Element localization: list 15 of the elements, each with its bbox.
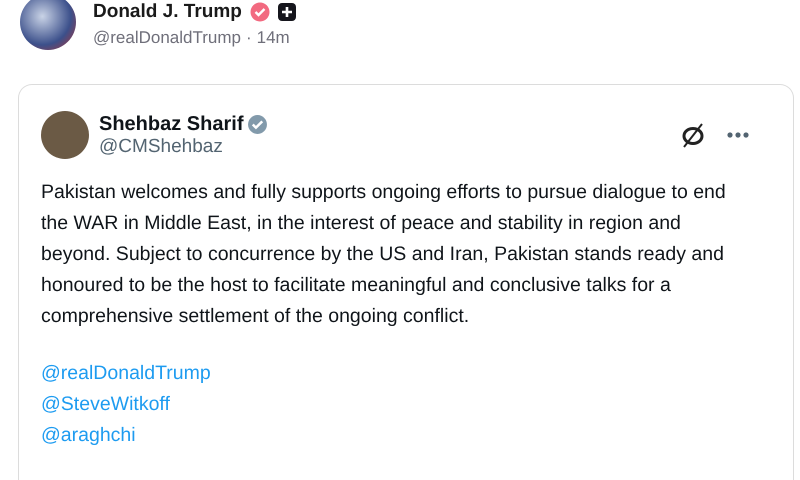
user-handle[interactable]: @CMShehbaz	[99, 136, 669, 158]
separator-dot: ·	[246, 28, 252, 48]
user-handle[interactable]: @realDonaldTrump	[93, 28, 241, 48]
mention-link[interactable]: @realDonaldTrump	[41, 358, 211, 389]
post-time: 14m	[256, 28, 290, 48]
author-name: Donald J. Trump	[93, 1, 242, 23]
plus-icon[interactable]	[278, 3, 296, 21]
mention-link[interactable]: @araghchi	[41, 420, 136, 451]
avatar-photo	[41, 111, 89, 159]
more-options-icon[interactable]	[727, 132, 749, 138]
author-name: Shehbaz Sharif	[99, 112, 244, 136]
quoted-post-card[interactable]	[18, 84, 794, 480]
post-text: Pakistan welcomes and fully supports ongoing efforts to pursue dialogue to end the WAR in Middle East, in the interest of peace and stability in region and beyond. Subject to concurrence by the US and Iran, Pakistan stands ready and honoured to be the host to facilitate meaningful and conclusive talks for a comprehensive settlement of the ongoing conflict.	[41, 180, 727, 329]
mention-link[interactable]: @SteveWitkoff	[41, 389, 170, 420]
avatar-photo	[20, 0, 76, 50]
